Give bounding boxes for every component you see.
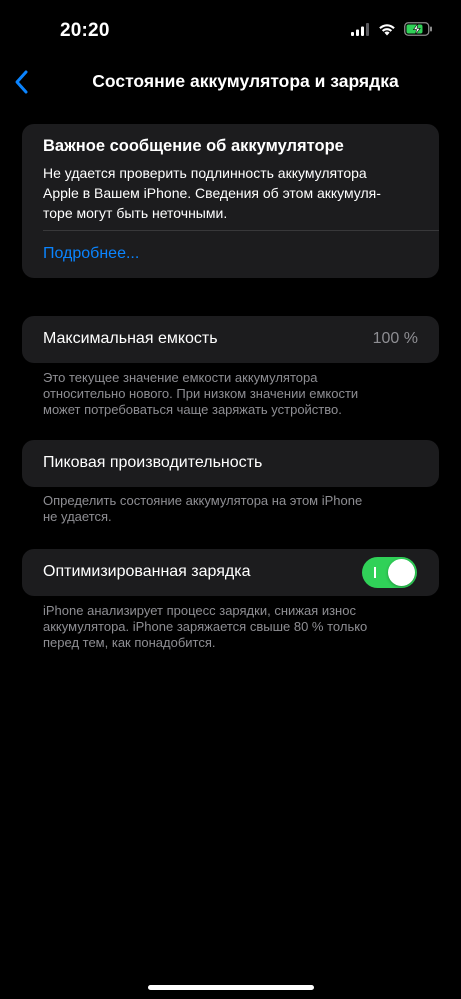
peak-performance-label: Пиковая производительность [43, 454, 263, 471]
toggle-on-mark [374, 567, 376, 578]
footer-line: относительно нового. При низком значении… [43, 386, 359, 401]
footer-line: Определить состояние аккумулятора на это… [43, 493, 363, 508]
optimized-charging-row: Оптимизированная зарядка [22, 549, 439, 596]
notice-line: торе могут быть неточными. [43, 205, 228, 221]
battery-notice-card: Важное сообщение об аккумуляторе Не удае… [22, 124, 439, 278]
page-title: Состояние аккумулятора и зарядка [92, 71, 399, 91]
max-capacity-value: 100 % [372, 330, 418, 347]
footer-line: может потребоваться чаще заряжать устрой… [43, 402, 342, 417]
max-capacity-footer: Это текущее значение емкости аккумулятор… [43, 370, 421, 418]
peak-performance-footer: Определить состояние аккумулятора на это… [43, 493, 421, 525]
max-capacity-label: Максимальная емкость [43, 330, 218, 347]
divider [43, 230, 439, 231]
wifi-icon [379, 23, 395, 35]
cellular-signal-icon [351, 22, 369, 36]
footer-line: перед тем, как понадобится. [43, 635, 216, 650]
notice-title: Важное сообщение об аккумуляторе [43, 137, 344, 155]
learn-more-link[interactable]: Подробнее... [43, 245, 139, 263]
notice-line: Apple в Вашем iPhone. Сведения об этом а… [43, 185, 381, 201]
footer-line: аккумулятора. iPhone заряжается свыше 80… [43, 619, 368, 634]
footer-line: не удается. [43, 509, 112, 524]
peak-performance-row: Пиковая производительность [22, 440, 439, 487]
battery-charging-icon [404, 22, 432, 36]
notice-body: Не удается проверить подлинность аккумул… [43, 163, 415, 223]
max-capacity-row: Максимальная емкость 100 % [22, 316, 439, 363]
optimized-charging-label: Оптимизированная зарядка [43, 563, 251, 580]
status-icons [351, 22, 433, 36]
optimized-charging-footer: iPhone анализирует процесс зарядки, сниж… [43, 603, 421, 651]
optimized-charging-toggle[interactable] [362, 557, 417, 588]
footer-line: Это текущее значение емкости аккумулятор… [43, 370, 318, 385]
footer-line: iPhone анализирует процесс зарядки, сниж… [43, 603, 356, 618]
home-indicator[interactable] [148, 985, 314, 990]
notice-line: Не удается проверить подлинность аккумул… [43, 165, 367, 181]
toggle-knob [388, 559, 415, 586]
status-time: 20:20 [60, 20, 110, 41]
